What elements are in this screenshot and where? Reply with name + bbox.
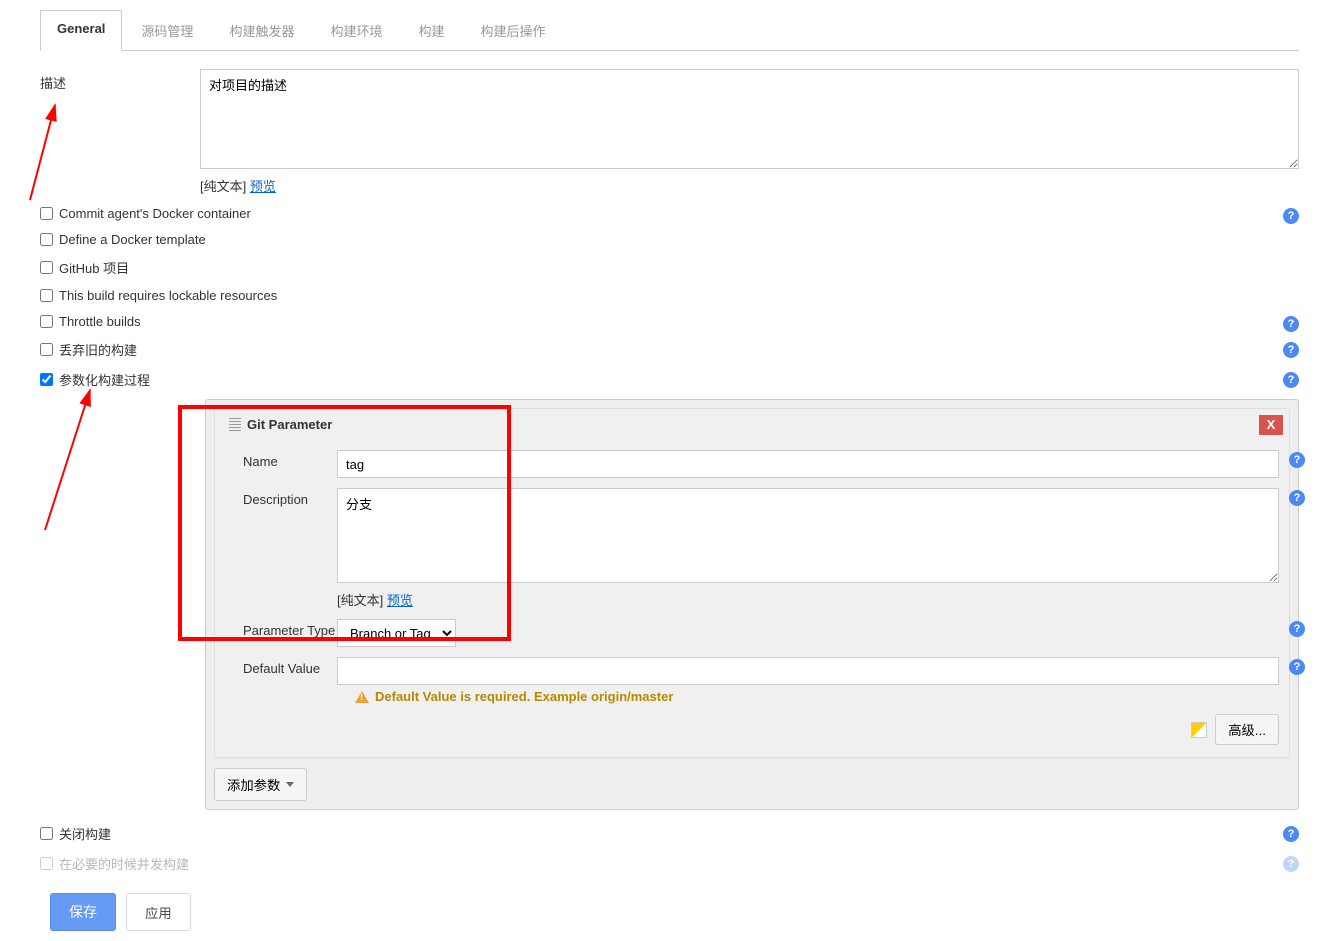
tab-general[interactable]: General (40, 10, 122, 51)
checkbox-parameterized[interactable] (40, 373, 53, 386)
drag-handle-icon[interactable] (229, 418, 241, 432)
tab-post[interactable]: 构建后操作 (463, 10, 562, 50)
checkbox-docker-template[interactable] (40, 233, 53, 246)
param-desc-label: Description (225, 488, 337, 609)
help-icon[interactable]: ? (1283, 826, 1299, 842)
tab-env[interactable]: 构建环境 (313, 10, 399, 50)
checkbox-discard-old[interactable] (40, 343, 53, 356)
checkbox-concurrent[interactable] (40, 857, 53, 870)
warning-icon (355, 691, 369, 703)
warning-text: Default Value is required. Example origi… (375, 689, 673, 704)
tab-source[interactable]: 源码管理 (124, 10, 210, 50)
description-textarea[interactable]: 对项目的描述 (200, 69, 1299, 169)
close-parameter-button[interactable]: X (1259, 415, 1283, 435)
tab-build[interactable]: 构建 (401, 10, 461, 50)
git-parameter-box: X Git Parameter Name ? Description 分支 [纯… (214, 408, 1290, 758)
param-name-label: Name (225, 450, 337, 478)
label-github-project: GitHub 项目 (59, 258, 129, 277)
param-plain-text: [纯文本] (337, 593, 383, 608)
config-tabs: General 源码管理 构建触发器 构建环境 构建 构建后操作 (40, 10, 1299, 51)
git-parameter-title: Git Parameter (247, 417, 332, 432)
apply-button[interactable]: 应用 (126, 893, 191, 931)
save-button[interactable]: 保存 (50, 893, 116, 931)
help-icon[interactable]: ? (1283, 856, 1299, 872)
label-docker-template: Define a Docker template (59, 232, 206, 247)
help-icon[interactable]: ? (1283, 372, 1299, 388)
preview-link[interactable]: 预览 (250, 179, 276, 194)
label-docker-container: Commit agent's Docker container (59, 206, 251, 221)
param-desc-textarea[interactable]: 分支 (337, 488, 1279, 583)
label-disable-build: 关闭构建 (59, 824, 111, 843)
param-type-select[interactable]: Branch or Tag (337, 619, 456, 647)
checkbox-throttle[interactable] (40, 315, 53, 328)
help-icon[interactable]: ? (1289, 621, 1305, 637)
parameter-section: X Git Parameter Name ? Description 分支 [纯… (205, 399, 1299, 810)
param-name-input[interactable] (337, 450, 1279, 478)
help-icon[interactable]: ? (1289, 490, 1305, 506)
help-icon[interactable]: ? (1283, 342, 1299, 358)
add-parameter-button[interactable]: 添加参数 (214, 768, 307, 801)
checkbox-disable-build[interactable] (40, 827, 53, 840)
param-type-label: Parameter Type (225, 619, 337, 647)
help-icon[interactable]: ? (1289, 452, 1305, 468)
label-discard-old: 丢弃旧的构建 (59, 340, 137, 359)
plain-text-label: [纯文本] (200, 179, 246, 194)
label-throttle: Throttle builds (59, 314, 141, 329)
param-preview-link[interactable]: 预览 (387, 593, 413, 608)
param-default-input[interactable] (337, 657, 1279, 685)
checkbox-lockable[interactable] (40, 289, 53, 302)
help-icon[interactable]: ? (1289, 659, 1305, 675)
help-icon[interactable]: ? (1283, 208, 1299, 224)
advanced-button[interactable]: 高级... (1215, 714, 1279, 745)
checkbox-docker-container[interactable] (40, 207, 53, 220)
help-icon[interactable]: ? (1283, 316, 1299, 332)
description-label: 描述 (40, 69, 200, 195)
label-concurrent: 在必要的时候并发构建 (59, 854, 189, 873)
label-lockable: This build requires lockable resources (59, 288, 277, 303)
label-parameterized: 参数化构建过程 (59, 370, 150, 389)
param-default-label: Default Value (225, 657, 337, 685)
edit-icon (1191, 722, 1207, 738)
checkbox-github-project[interactable] (40, 261, 53, 274)
chevron-down-icon (286, 782, 294, 787)
tab-triggers[interactable]: 构建触发器 (212, 10, 311, 50)
